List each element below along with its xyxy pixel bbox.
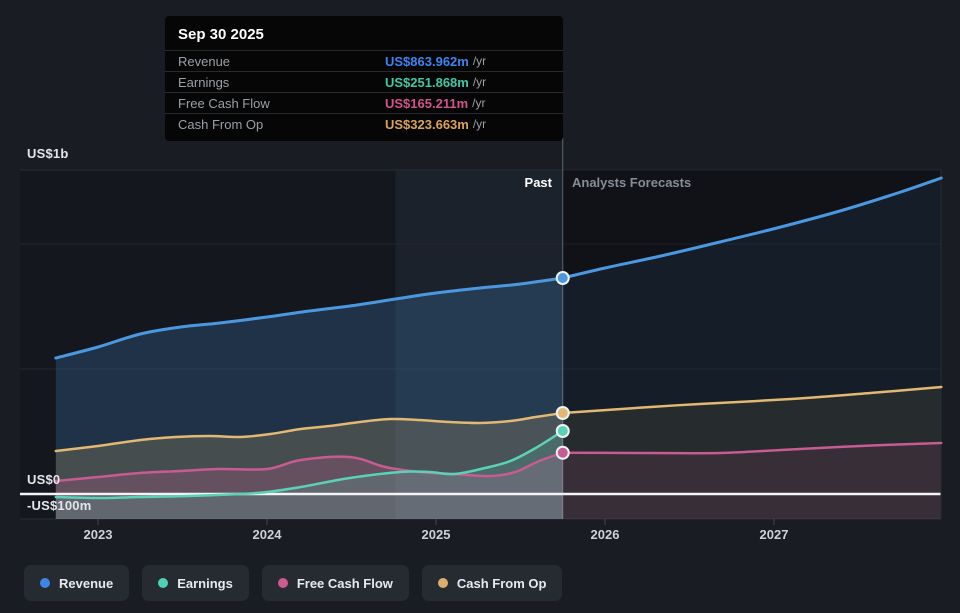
forecast-region-label: Analysts Forecasts (572, 175, 691, 190)
tooltip-value: US$251.868m (385, 75, 469, 90)
legend-item-cash-from-op[interactable]: Cash From Op (422, 565, 563, 601)
legend-label: Cash From Op (457, 576, 547, 591)
tooltip-value: US$863.962m (385, 54, 469, 69)
tooltip-label: Earnings (178, 75, 385, 90)
y-axis-label-1b: US$1b (27, 146, 68, 161)
forecast-overlay (563, 170, 941, 519)
tooltip-value: US$165.211m (385, 96, 468, 111)
tooltip-date: Sep 30 2025 (165, 16, 563, 50)
legend-label: Revenue (59, 576, 113, 591)
tooltip-label: Free Cash Flow (178, 96, 385, 111)
legend-item-free-cash-flow[interactable]: Free Cash Flow (262, 565, 409, 601)
x-axis-label-2023: 2023 (84, 527, 113, 542)
legend-dot (158, 578, 168, 588)
x-axis-label-2025: 2025 (422, 527, 451, 542)
legend-item-revenue[interactable]: Revenue (24, 565, 129, 601)
tooltip-row-earnings: Earnings US$251.868m /yr (165, 71, 563, 92)
tooltip-row-cashop: Cash From Op US$323.663m /yr (165, 113, 563, 134)
fcf-today-marker[interactable] (557, 447, 569, 459)
tooltip-label: Revenue (178, 54, 385, 69)
tooltip-suffix: /yr (473, 75, 486, 89)
tooltip-value: US$323.663m (385, 117, 469, 132)
financial-forecast-chart: US$1b US$0 -US$100m 2023 2024 2025 2026 2027… (0, 0, 960, 613)
y-axis-label-zero: US$0 (27, 472, 60, 487)
earnings-today-marker[interactable] (557, 425, 569, 437)
x-axis-label-2027: 2027 (760, 527, 789, 542)
chart-tooltip: Sep 30 2025 Revenue US$863.962m /yr Earn… (165, 16, 563, 141)
revenue-today-marker[interactable] (557, 272, 569, 284)
tooltip-label: Cash From Op (178, 117, 385, 132)
x-axis-label-2024: 2024 (253, 527, 282, 542)
legend-item-earnings[interactable]: Earnings (142, 565, 249, 601)
legend-dot (40, 578, 50, 588)
legend-dot (278, 578, 288, 588)
tooltip-suffix: /yr (473, 117, 486, 131)
x-axis-label-2026: 2026 (591, 527, 620, 542)
cashop-today-marker[interactable] (557, 407, 569, 419)
tooltip-row-revenue: Revenue US$863.962m /yr (165, 50, 563, 71)
tooltip-suffix: /yr (473, 54, 486, 68)
legend-dot (438, 578, 448, 588)
tooltip-row-fcf: Free Cash Flow US$165.211m /yr (165, 92, 563, 113)
tooltip-suffix: /yr (472, 96, 485, 110)
legend-label: Free Cash Flow (297, 576, 393, 591)
y-axis-label-neg: -US$100m (27, 498, 91, 513)
past-region-label: Past (525, 175, 552, 190)
chart-legend: Revenue Earnings Free Cash Flow Cash From O… (24, 565, 562, 601)
legend-label: Earnings (177, 576, 233, 591)
